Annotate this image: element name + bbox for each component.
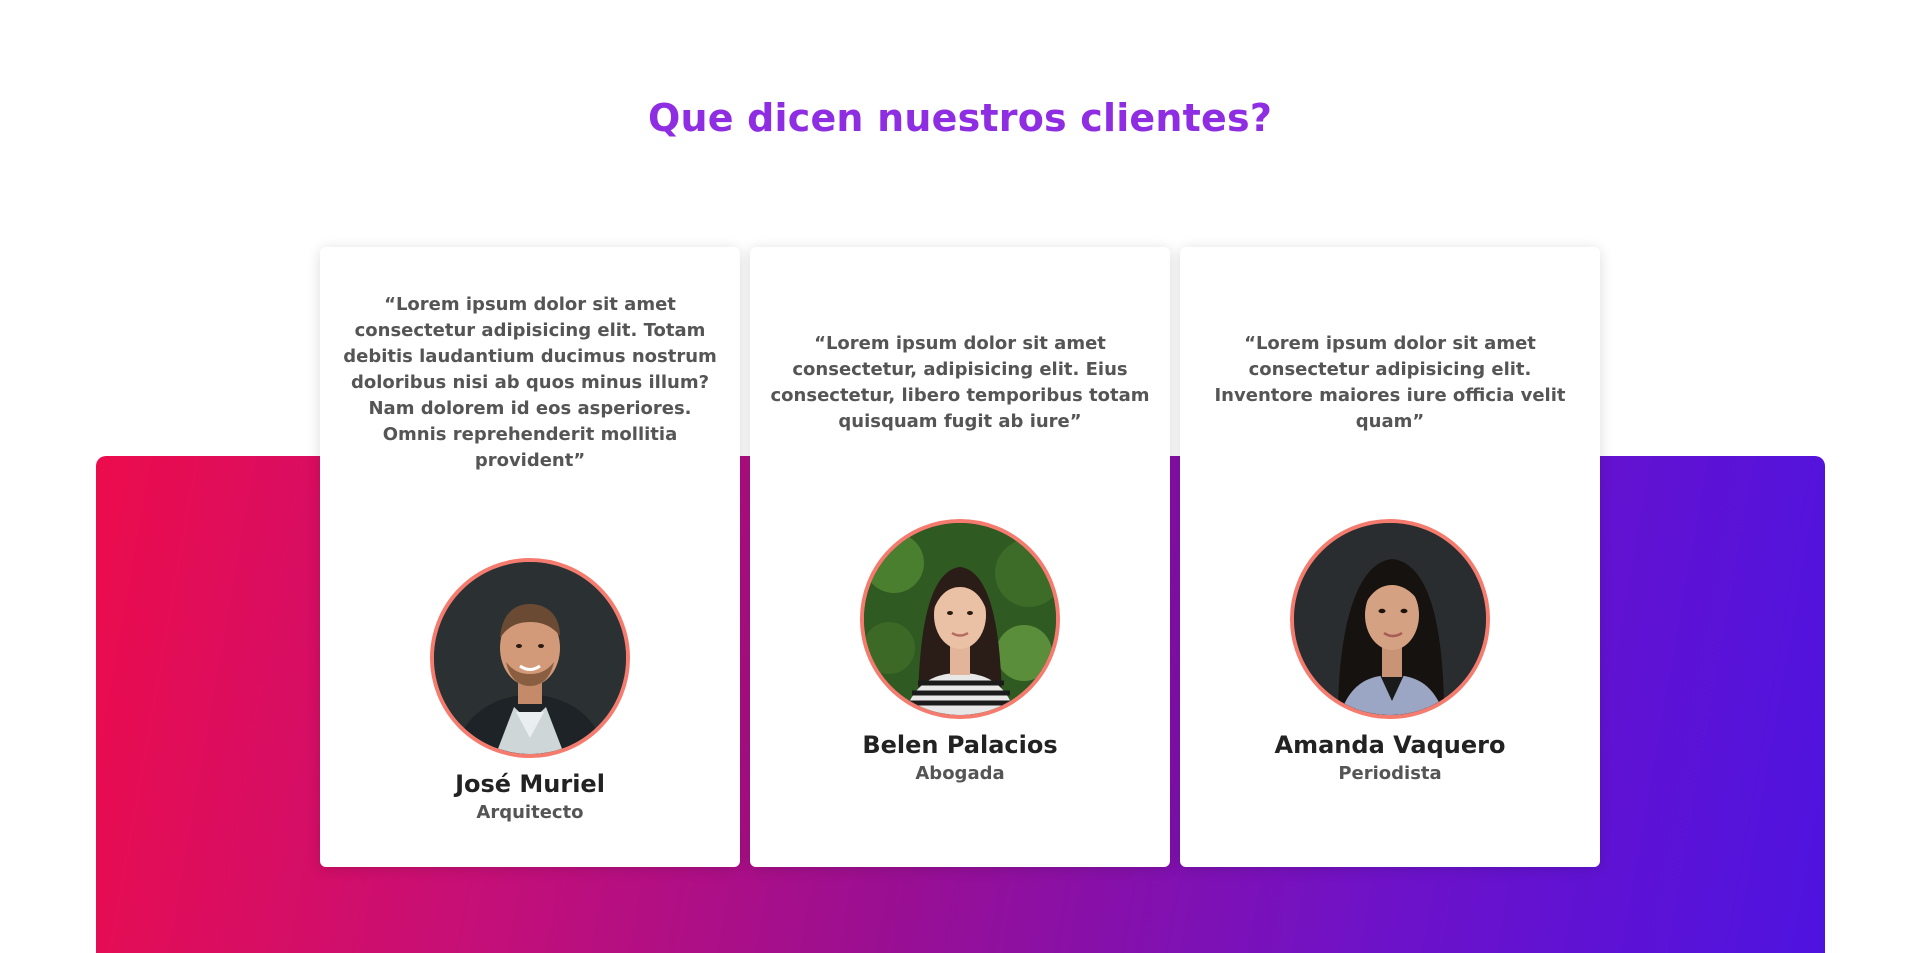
woman-portrait-photo xyxy=(864,522,1056,715)
client-name: Amanda Vaquero xyxy=(1274,730,1506,759)
testimonial-quote: “Lorem ipsum dolor sit amet consectetur,… xyxy=(770,332,1150,432)
testimonial-card: “Lorem ipsum dolor sit amet consectetur … xyxy=(320,247,740,867)
testimonial-card: “Lorem ipsum dolor sit amet consectetur,… xyxy=(750,247,1170,867)
client-name: Belen Palacios xyxy=(862,730,1058,759)
testimonial-quote: “Lorem ipsum dolor sit amet consectetur … xyxy=(343,293,717,471)
avatar xyxy=(1290,518,1490,719)
client-role: Periodista xyxy=(1338,762,1442,784)
avatar xyxy=(860,518,1060,719)
man-portrait-photo xyxy=(434,561,626,754)
client-role: Arquitecto xyxy=(476,801,584,823)
testimonial-card: “Lorem ipsum dolor sit amet consectetur … xyxy=(1180,247,1600,867)
avatar xyxy=(430,557,630,758)
testimonials-page: Que dicen nuestros clientes? “Lorem ipsu… xyxy=(0,0,1920,953)
client-role: Abogada xyxy=(915,762,1005,784)
testimonial-cards: “Lorem ipsum dolor sit amet consectetur … xyxy=(320,247,1600,867)
client-name: José Muriel xyxy=(455,769,605,798)
woman-portrait-photo xyxy=(1294,522,1486,715)
section-title: Que dicen nuestros clientes? xyxy=(647,96,1273,140)
testimonial-quote: “Lorem ipsum dolor sit amet consectetur … xyxy=(1214,332,1566,432)
